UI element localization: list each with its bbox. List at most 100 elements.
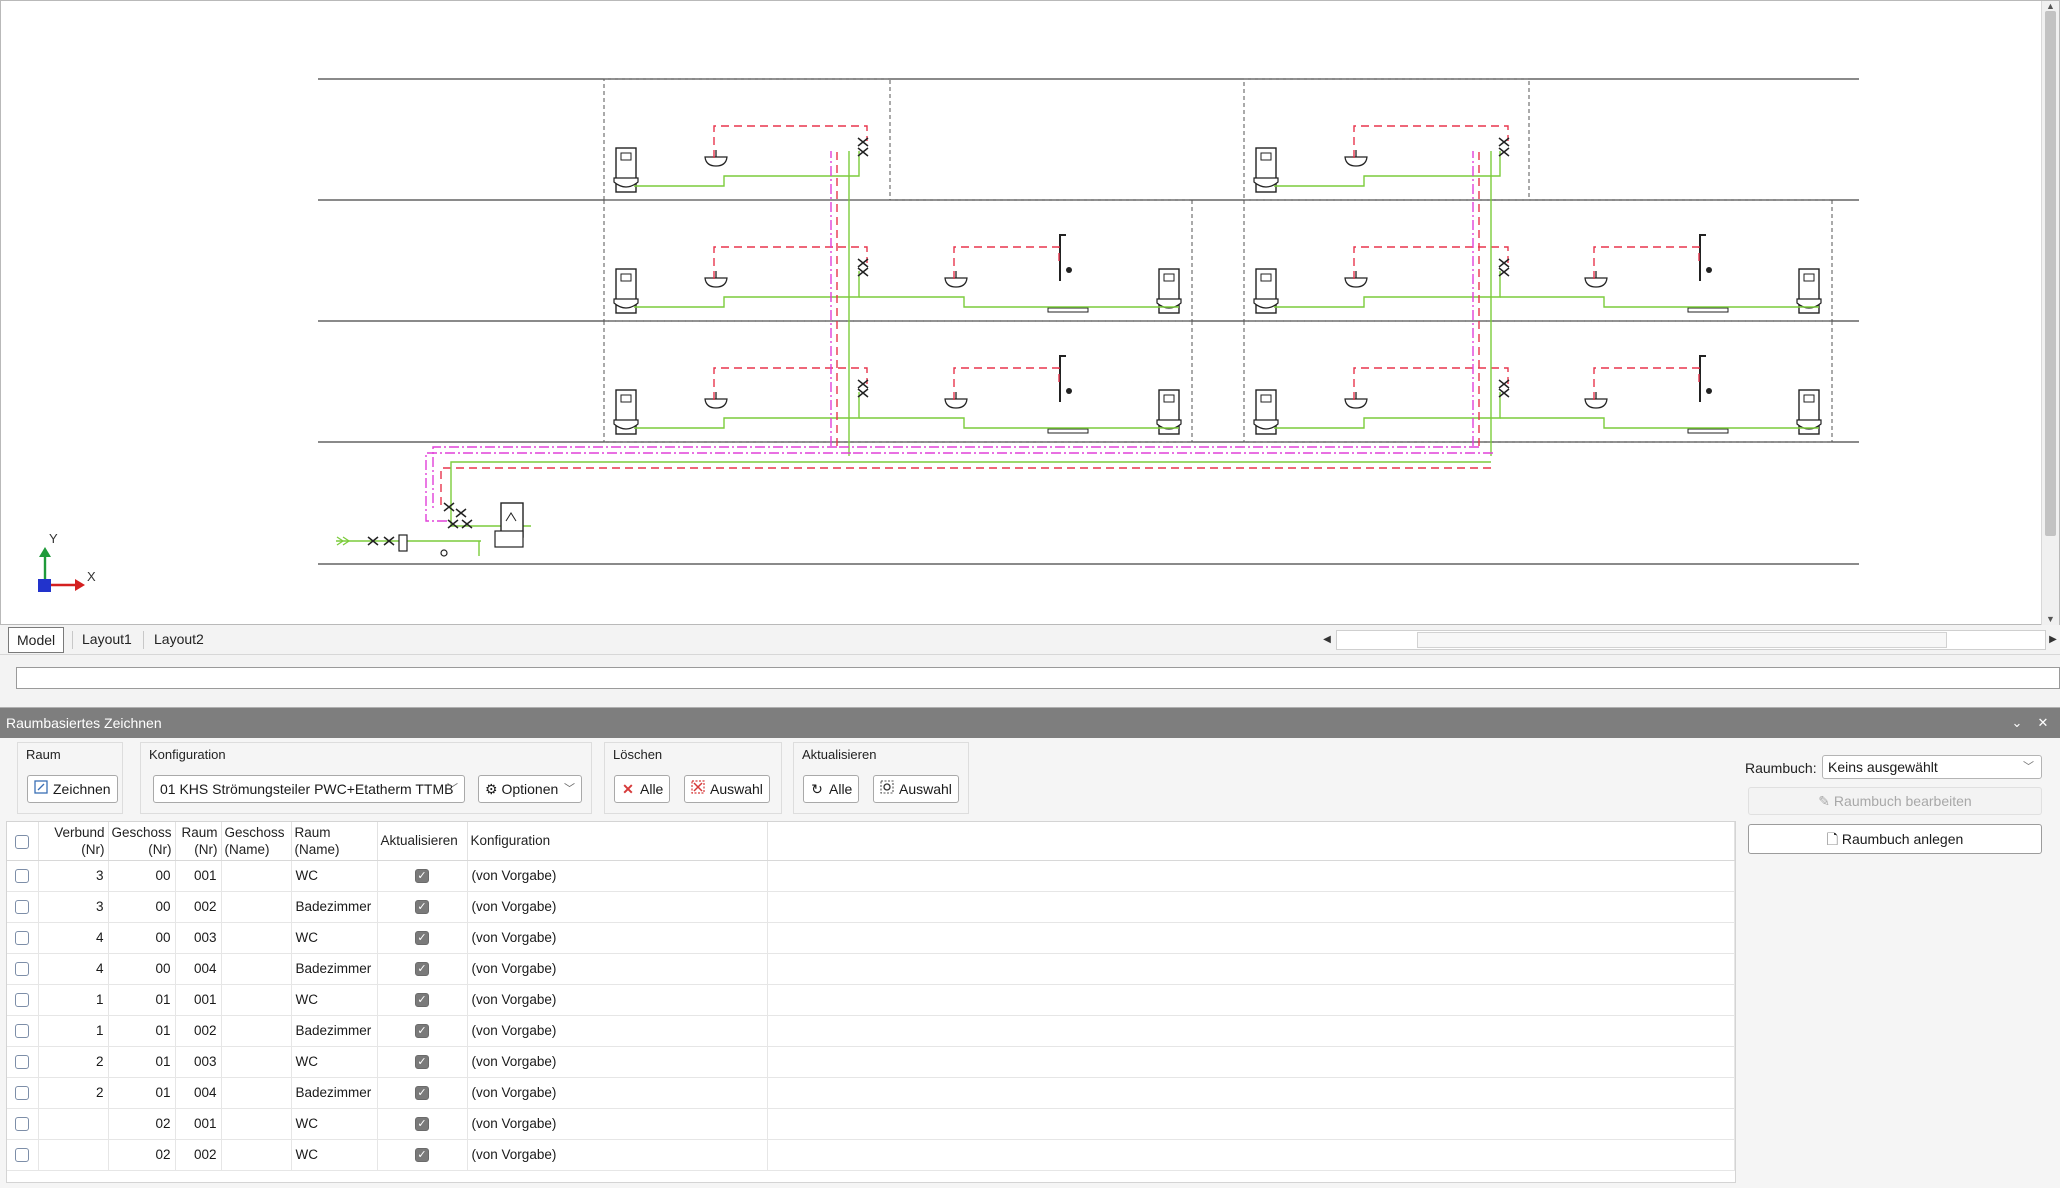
horizontal-scroll-thumb[interactable] [1417,632,1947,648]
aktualisieren-cell[interactable]: ✓ [377,860,468,892]
row-select-checkbox[interactable] [15,931,30,946]
konfiguration-select[interactable]: 01 KHS Strömungsteiler PWC+Etatherm TTMB… [153,775,465,803]
table-row[interactable]: 3 00 001 WC ✓ (von Vorgabe) [7,860,1735,892]
row-select-checkbox[interactable] [15,1117,30,1132]
raumbuch-bearbeiten-button[interactable]: ✎ Raumbuch bearbeiten [1748,787,2042,815]
aktualisieren-checkbox-checked[interactable]: ✓ [415,993,430,1008]
schematic-drawing[interactable]: YX [1,1,2041,626]
aktualisieren-checkbox-checked[interactable]: ✓ [415,869,430,884]
aktualisieren-cell[interactable]: ✓ [377,891,468,923]
aktualisieren-checkbox-checked[interactable]: ✓ [415,1024,430,1039]
aktualisieren-cell[interactable]: ✓ [377,1015,468,1047]
zeichnen-button[interactable]: Zeichnen [27,775,118,803]
command-line-input[interactable] [16,667,2060,689]
column-header-raum-name[interactable]: Raum (Name) [291,822,378,861]
raumbuch-bearbeiten-label: Raumbuch bearbeiten [1833,793,1972,809]
row-select-checkbox[interactable] [15,900,30,915]
column-header-geschoss-nr[interactable]: Geschoss (Nr) [108,822,176,861]
aktualisieren-cell[interactable]: ✓ [377,984,468,1016]
close-icon[interactable]: ✕ [2032,708,2054,738]
raum-group: Raum Zeichnen [17,742,123,814]
aktualisieren-cell[interactable]: ✓ [377,1046,468,1078]
rooms-table[interactable]: Verbund (Nr) Geschoss (Nr) Raum (Nr) Geschoss(… [6,821,1736,1183]
scroll-right-icon[interactable]: ▶ [2046,628,2060,652]
row-select-checkbox[interactable] [15,1148,30,1163]
pump-icon [440,549,448,557]
row-select-cell[interactable] [7,922,39,954]
horizontal-scrollbar[interactable]: ◀ ▶ [1320,628,2060,652]
scroll-left-icon[interactable]: ◀ [1320,628,1334,652]
vertical-scrollbar[interactable]: ▲ ▼ [2041,1,2059,626]
table-row[interactable]: 2 01 004 Badezimmer ✓ (von Vorgabe) [7,1077,1735,1109]
aktualisieren-cell[interactable]: ✓ [377,1077,468,1109]
valve-icon [455,508,467,518]
delete-x-icon: ✕ [622,781,634,797]
row-select-checkbox[interactable] [15,1086,30,1101]
horizontal-scroll-track[interactable] [1336,630,2046,650]
row-select-checkbox[interactable] [15,1024,30,1039]
row-select-cell[interactable] [7,1108,39,1140]
ucs-origin-icon [38,579,51,592]
column-header-geschoss-name[interactable]: Geschoss (Name) [221,822,292,861]
aktualisieren-alle-button[interactable]: ↻ Alle [803,775,860,803]
table-row[interactable]: 4 00 004 Badezimmer ✓ (von Vorgabe) [7,953,1735,985]
raumbuch-select[interactable]: Keins ausgewählt ﹀ [1822,755,2042,779]
aktualisieren-checkbox-checked[interactable]: ✓ [415,931,430,946]
row-select-checkbox[interactable] [15,869,30,884]
column-header-raum-nr[interactable]: Raum (Nr) [175,822,222,861]
aktualisieren-auswahl-button[interactable]: Auswahl [873,775,959,803]
aktualisieren-cell[interactable]: ✓ [377,1139,468,1171]
tab-layout2[interactable]: Layout2 [146,627,212,653]
row-select-cell[interactable] [7,1077,39,1109]
table-row[interactable]: 3 00 002 Badezimmer ✓ (von Vorgabe) [7,891,1735,923]
row-select-cell[interactable] [7,860,39,892]
wash-basin-icon [944,277,968,288]
row-select-cell[interactable] [7,984,39,1016]
select-all-checkbox[interactable] [15,834,30,849]
aktualisieren-cell[interactable]: ✓ [377,953,468,985]
column-header-konfiguration[interactable]: Konfiguration [467,822,768,861]
aktualisieren-checkbox-checked[interactable]: ✓ [415,1148,430,1163]
row-select-cell[interactable] [7,1139,39,1171]
hot-water-pipe [1593,367,1700,400]
table-row[interactable]: 4 00 003 WC ✓ (von Vorgabe) [7,922,1735,954]
drawing-viewport[interactable]: YX ▲ ▼ [0,0,2060,626]
loeschen-alle-button[interactable]: ✕ Alle [614,775,671,803]
vertical-scroll-thumb[interactable] [2045,11,2056,536]
cell-geschoss-name [221,860,292,892]
cell-geschoss-nr: 02 [108,1108,176,1140]
aktualisieren-checkbox-checked[interactable]: ✓ [415,962,430,977]
row-select-cell[interactable] [7,1046,39,1078]
aktualisieren-checkbox-checked[interactable]: ✓ [415,1055,430,1070]
aktualisieren-group-label: Aktualisieren [802,747,877,762]
table-row[interactable]: 02 002 WC ✓ (von Vorgabe) [7,1139,1735,1171]
table-row[interactable]: 02 001 WC ✓ (von Vorgabe) [7,1108,1735,1140]
select-all-header[interactable] [7,822,39,861]
valve-icon [461,519,473,529]
row-select-checkbox[interactable] [15,1055,30,1070]
optionen-dropdown-button[interactable]: ⚙ Optionen ﹀ [478,775,582,803]
row-select-cell[interactable] [7,953,39,985]
table-row[interactable]: 1 01 002 Badezimmer ✓ (von Vorgabe) [7,1015,1735,1047]
aktualisieren-checkbox-checked[interactable]: ✓ [415,1117,430,1132]
shower-tray-icon [1047,307,1089,313]
row-select-cell[interactable] [7,1015,39,1047]
loeschen-auswahl-button[interactable]: Auswahl [684,775,770,803]
aktualisieren-cell[interactable]: ✓ [377,922,468,954]
aktualisieren-checkbox-checked[interactable]: ✓ [415,900,430,915]
column-header-aktualisieren[interactable]: Aktualisieren [377,822,468,861]
collapse-chevron-icon[interactable]: ⌄ [2006,708,2028,738]
table-row[interactable]: 2 01 003 WC ✓ (von Vorgabe) [7,1046,1735,1078]
aktualisieren-checkbox-checked[interactable]: ✓ [415,1086,430,1101]
table-row[interactable]: 1 01 001 WC ✓ (von Vorgabe) [7,984,1735,1016]
column-header-verbund[interactable]: Verbund (Nr) [38,822,109,861]
raumbuch-anlegen-button[interactable]: 🗋 Raumbuch anlegen [1748,824,2042,854]
row-select-checkbox[interactable] [15,962,30,977]
cell-verbund: 1 [38,984,109,1016]
tab-model[interactable]: Model [8,627,65,653]
aktualisieren-cell[interactable]: ✓ [377,1108,468,1140]
row-select-checkbox[interactable] [15,993,30,1008]
row-select-cell[interactable] [7,891,39,923]
shower-tray-icon [1687,307,1729,313]
tab-layout1[interactable]: Layout1 [74,627,140,653]
